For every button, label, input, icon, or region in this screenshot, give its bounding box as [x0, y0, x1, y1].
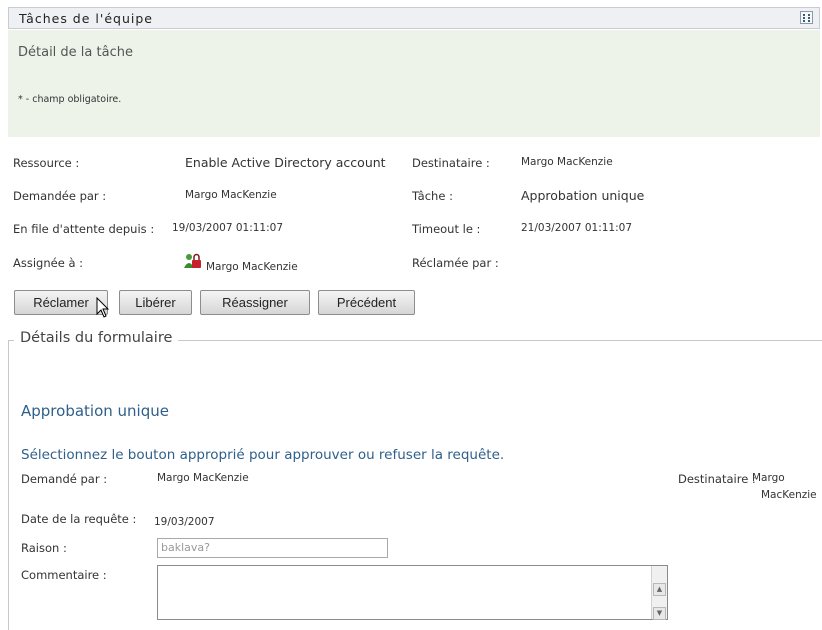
- title-bar: Tâches de l'équipe: [8, 7, 820, 29]
- form-requested-by-label: Demandé par :: [21, 472, 108, 486]
- page-title: Tâches de l'équipe: [19, 11, 153, 26]
- form-legend: Détails du formulaire: [14, 330, 179, 346]
- request-date-label: Date de la requête :: [21, 512, 137, 526]
- form-heading: Approbation unique: [21, 402, 169, 420]
- task-label: Tâche :: [412, 189, 453, 203]
- recipient-value: Margo MacKenzie: [521, 156, 613, 168]
- form-description: Sélectionnez le bouton approprié pour ap…: [21, 447, 505, 463]
- claimed-label: Réclamée par :: [412, 256, 499, 270]
- subtitle: Détail de la tâche: [18, 45, 133, 60]
- queued-value: 19/03/2007 01:11:07: [172, 222, 284, 234]
- task-value: Approbation unique: [521, 188, 645, 203]
- scroll-down-icon[interactable]: ▼: [653, 607, 666, 620]
- form-requested-by-value: Margo MacKenzie: [157, 472, 249, 484]
- recipient-label: Destinataire :: [412, 156, 490, 170]
- form-recipient-value-line2: MacKenzie: [761, 489, 817, 501]
- reason-label: Raison :: [21, 541, 67, 555]
- form-recipient-label: Destinataire :: [678, 472, 756, 486]
- reassign-button[interactable]: Réassigner: [200, 290, 310, 315]
- mouse-cursor-icon: [96, 297, 110, 318]
- comment-label: Commentaire :: [21, 568, 107, 582]
- reason-field[interactable]: baklava?: [157, 538, 388, 558]
- comment-scrollbar[interactable]: ▲ ▼: [651, 566, 667, 620]
- resource-value: Enable Active Directory account: [185, 155, 386, 170]
- claim-button[interactable]: Réclamer: [14, 290, 108, 315]
- comment-textarea[interactable]: ▲ ▼: [157, 565, 668, 620]
- requested-by-label: Demandée par :: [13, 189, 107, 203]
- required-note: * - champ obligatoire.: [18, 94, 122, 105]
- scroll-up-icon[interactable]: ▲: [653, 583, 666, 596]
- release-button[interactable]: Libérer: [119, 290, 192, 315]
- grid-icon[interactable]: [800, 11, 813, 24]
- assigned-value: Margo MacKenzie: [206, 261, 298, 273]
- requested-by-value: Margo MacKenzie: [185, 189, 277, 201]
- timeout-label: Timeout le :: [412, 222, 481, 236]
- resource-label: Ressource :: [13, 156, 80, 170]
- previous-button[interactable]: Précédent: [318, 290, 415, 315]
- form-recipient-value-line1: Margo: [752, 472, 785, 484]
- task-banner: Détail de la tâche * - champ obligatoire…: [8, 30, 820, 137]
- assigned-label: Assignée à :: [13, 256, 84, 270]
- user-lock-icon: [184, 253, 202, 273]
- queued-label: En file d'attente depuis :: [13, 222, 155, 236]
- request-date-value: 19/03/2007: [154, 516, 215, 528]
- timeout-value: 21/03/2007 01:11:07: [521, 222, 633, 234]
